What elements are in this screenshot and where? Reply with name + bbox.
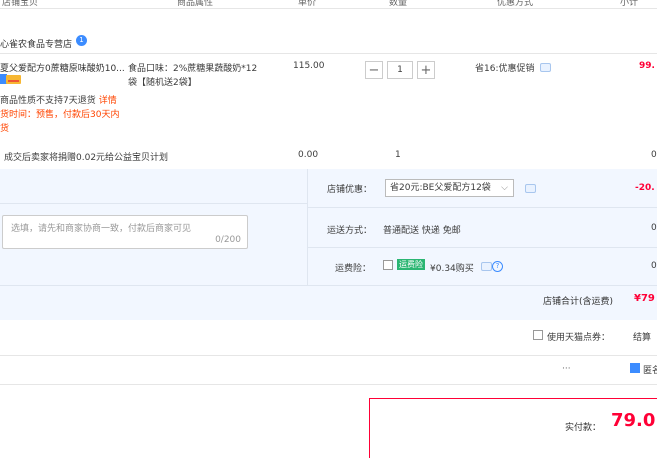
charity-qty: 1: [395, 150, 401, 160]
tmall-coupon-right: 结算: [633, 333, 652, 343]
insurance-label: 运费险：: [335, 264, 372, 274]
footer-row-text: ···: [562, 364, 571, 374]
insurance-value: ¥0.34购买: [430, 264, 474, 274]
no-return-notice: 商品性质不支持7天退货 详情: [0, 96, 117, 106]
store-promo-label: 店铺优惠：: [327, 185, 373, 195]
message-placeholder: 选填，请先和商家协商一致，付款后商家可见: [11, 224, 192, 234]
item-price: 115.00: [293, 61, 325, 71]
col-item: 店铺宝贝: [2, 0, 39, 8]
divider: [307, 207, 657, 208]
shipping-amount: 0: [651, 223, 657, 233]
store-promo-amount: -20.: [635, 183, 655, 193]
qty-minus-button[interactable]: −: [365, 61, 383, 79]
shipping-label: 运送方式：: [327, 226, 373, 236]
col-discount: 优惠方式: [497, 0, 534, 8]
shipping-value: 普通配送 快递 免邮: [383, 226, 461, 236]
divider: [307, 247, 657, 248]
divider: [0, 355, 657, 356]
insurance-amount: 0: [651, 261, 657, 271]
chat-icon[interactable]: [540, 63, 551, 72]
col-attr: 商品属性: [177, 0, 214, 8]
divider: [0, 203, 307, 204]
store-total-value: ¥79: [634, 293, 655, 304]
table-header: 店铺宝贝 商品属性 单价 数量 优惠方式 小计: [0, 0, 657, 9]
col-qty: 数量: [389, 0, 408, 8]
chat-icon[interactable]: [525, 184, 536, 193]
divider: [0, 384, 657, 385]
item-title[interactable]: 夏父爱配方0蔗糖原味酸奶10...: [0, 61, 125, 74]
anonymous-checkbox[interactable]: [630, 363, 640, 373]
qty-input[interactable]: 1: [387, 61, 413, 79]
divider: [0, 285, 657, 286]
charity-subtotal: 0: [651, 150, 657, 160]
insurance-checkbox[interactable]: [383, 260, 393, 270]
col-subtotal: 小计: [620, 0, 639, 8]
pay-value: 79.0: [611, 410, 656, 431]
charity-price: 0.00: [298, 150, 319, 160]
store-promo-value: 省20元:BE父爱配方12袋: [390, 183, 491, 193]
chat-icon[interactable]: [481, 262, 492, 271]
message-counter: 0/200: [215, 235, 241, 245]
shop-badge-icon: 1: [76, 35, 87, 46]
chevron-down-icon: ⌵: [501, 183, 508, 193]
qty-plus-button[interactable]: +: [417, 61, 435, 79]
divider: [0, 53, 657, 54]
shop-name[interactable]: 心雀农食品专营店: [0, 37, 72, 50]
tmall-coupon-checkbox[interactable]: [533, 330, 543, 340]
divider: [307, 169, 308, 285]
payment-icon: [6, 75, 21, 84]
item-subtotal: 99.: [639, 61, 655, 71]
presale-notice-2: 货: [0, 124, 10, 134]
presale-notice: 货时间：预售，付款后30天内: [0, 110, 120, 120]
store-promo-select[interactable]: 省20元:BE父爱配方12袋 ⌵: [385, 179, 514, 197]
help-icon[interactable]: ?: [492, 261, 503, 272]
anonymous-label: 匿名: [643, 366, 657, 376]
buyer-message-input[interactable]: 选填，请先和商家协商一致，付款后商家可见 0/200: [2, 215, 248, 249]
item-discount[interactable]: 省16:优惠促销: [475, 61, 535, 74]
details-link[interactable]: 详情: [99, 96, 117, 106]
insurance-badge: 运费险: [397, 259, 425, 270]
item-attr-2: 袋【随机送2袋】: [128, 78, 197, 88]
item-attr-1: 食品口味：2%蔗糖果蔬酸奶*12: [128, 64, 258, 74]
pay-label: 实付款：: [565, 423, 602, 433]
col-price: 单价: [298, 0, 317, 8]
charity-text: 成交后卖家将捐赠0.02元给公益宝贝计划: [4, 153, 169, 163]
store-total-label: 店铺合计(含运费): [543, 297, 614, 307]
tmall-coupon-label: 使用天猫点券：: [547, 333, 611, 343]
